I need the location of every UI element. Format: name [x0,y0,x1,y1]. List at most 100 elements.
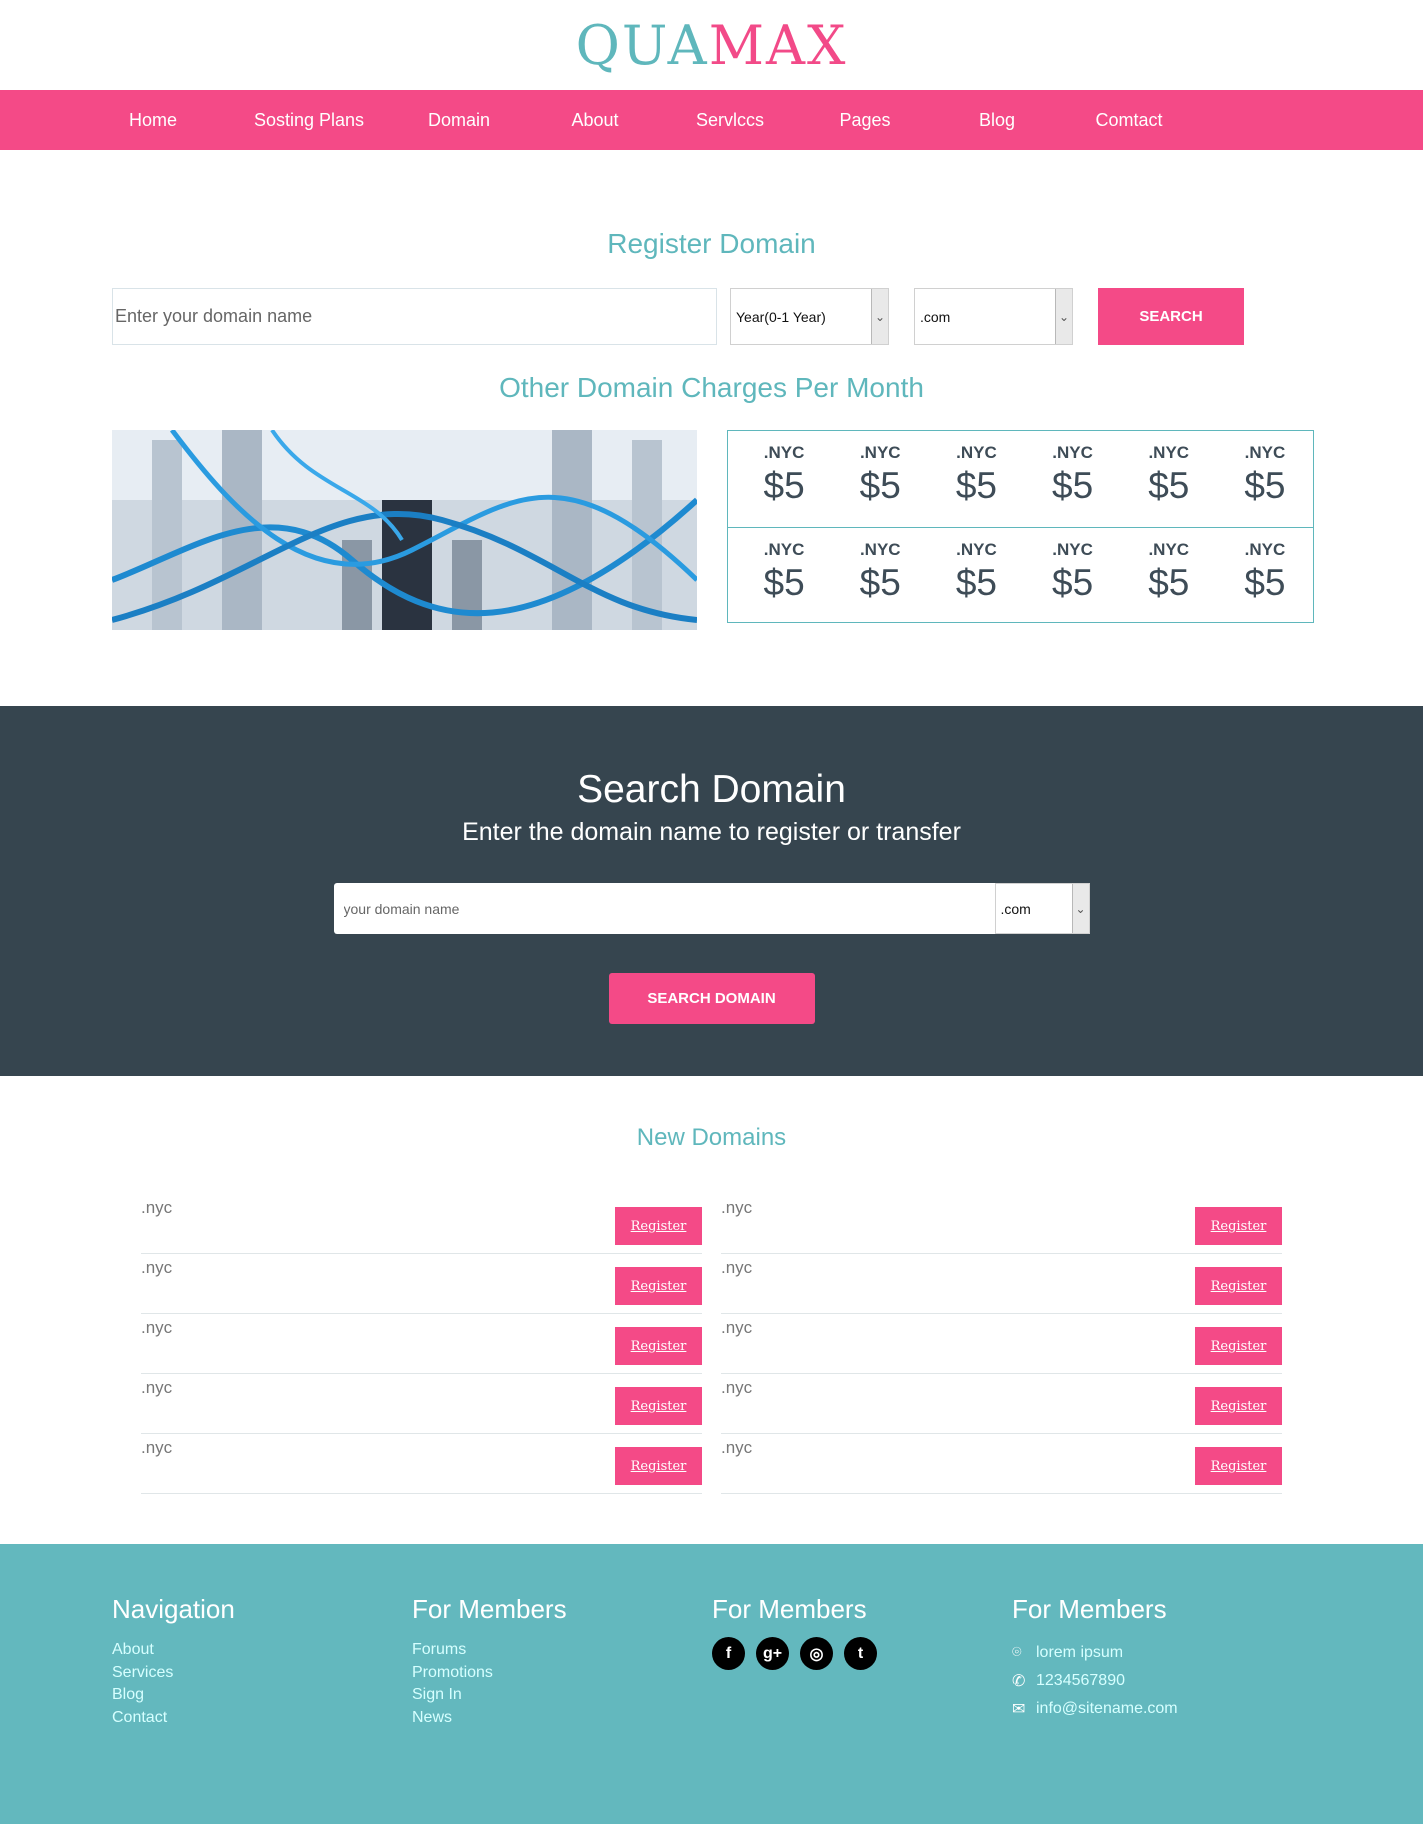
nav-blog[interactable]: Blog [957,110,1037,131]
nav-domain[interactable]: Domain [414,110,504,131]
price-value: $5 [1052,465,1094,506]
nav-hosting-plans[interactable]: Sosting Plans [249,110,369,131]
register-button[interactable]: Register [615,1267,702,1305]
footer-link-blog[interactable]: Blog [112,1684,412,1707]
register-button[interactable]: Register [1195,1387,1282,1425]
search-domain-input[interactable] [333,883,995,934]
list-item: .nyc Register [141,1314,702,1374]
footer-members-contact: For Members ⌾ lorem ipsum ✆ 1234567890 ✉… [1012,1594,1312,1824]
footer-link-promotions[interactable]: Promotions [412,1662,712,1685]
domain-tld: .nyc [141,1378,173,1397]
logo-part-2: MAX [708,13,848,77]
search-domain-title: Search Domain [577,768,846,811]
list-item: .nyc Register [721,1194,1282,1254]
nav-pages[interactable]: Pages [825,110,905,131]
footer-members-links: For Members Forums Promotions Sign In Ne… [412,1594,712,1824]
register-button[interactable]: Register [1195,1447,1282,1485]
tld-label: .NYC [956,443,997,462]
nav-contact[interactable]: Comtact [1079,110,1179,131]
year-select-value: Year(0-1 Year) [736,308,826,325]
tld-label: .NYC [859,540,901,559]
price-value: $5 [763,465,805,506]
map-pin-icon: ⌾ [1012,1644,1022,1661]
nav-home[interactable]: Home [112,110,194,131]
contact-email-text[interactable]: info@sitename.com [1036,1700,1178,1718]
price-cell: .NYC $5 [1121,528,1217,623]
price-value: $5 [859,562,901,603]
price-value: $5 [1148,562,1190,603]
mail-icon: ✉ [1012,1701,1026,1718]
footer-link-forums[interactable]: Forums [412,1639,712,1662]
domain-charges-row: .NYC $5 .NYC $5 .NYC $5 .NYC $5 .NYC $5 .NYC $… [112,430,1423,630]
tld-label: .NYC [763,443,805,462]
search-domain-form: .com ⌄ [333,883,1090,934]
instagram-icon[interactable]: ◎ [800,1637,833,1670]
domain-charges-title: Other Domain Charges Per Month [499,372,924,403]
domain-tld: .nyc [141,1318,173,1337]
list-item: .nyc Register [721,1314,1282,1374]
price-value: $5 [1052,562,1094,603]
tld-label: .NYC [1148,540,1190,559]
list-item: .nyc Register [721,1254,1282,1314]
price-cell: .NYC $5 [832,431,928,527]
register-button[interactable]: Register [615,1327,702,1365]
price-cell: .NYC $5 [928,528,1024,623]
domain-column-right: .nyc Register .nyc Register .nyc Register .… [721,1194,1282,1494]
domain-tld: .nyc [721,1318,753,1337]
search-domain-button[interactable]: SEARCH DOMAIN [608,973,815,1024]
facebook-icon[interactable]: f [712,1637,745,1670]
list-item: .nyc Register [141,1434,702,1494]
footer-navigation-title: Navigation [112,1594,235,1624]
price-cell: .NYC $5 [736,431,832,527]
contact-address-text[interactable]: lorem ipsum [1036,1644,1123,1662]
price-value: $5 [955,562,997,603]
nav-about[interactable]: About [555,110,635,131]
tld-label: .NYC [1148,443,1190,462]
domain-tld: .nyc [721,1378,753,1397]
footer-link-news[interactable]: News [412,1707,712,1730]
contact-email: ✉ info@sitename.com [1012,1695,1312,1723]
site-footer: Navigation About Services Blog Contact F… [0,1544,1423,1824]
footer-link-about[interactable]: About [112,1639,412,1662]
register-button[interactable]: Register [1195,1207,1282,1245]
register-button[interactable]: Register [615,1447,702,1485]
tld-select-value: .com [920,308,951,325]
footer-link-contact[interactable]: Contact [112,1707,412,1730]
price-value: $5 [859,465,901,506]
footer-navigation: Navigation About Services Blog Contact [112,1594,412,1824]
footer-members-title: For Members [412,1594,567,1624]
footer-link-services[interactable]: Services [112,1662,412,1685]
chevron-down-icon: ⌄ [1071,884,1089,933]
price-value: $5 [955,465,997,506]
twitter-icon[interactable]: t [844,1637,877,1670]
tld-select[interactable]: .com ⌄ [914,288,1073,345]
price-cell: .NYC $5 [1025,431,1121,527]
register-domain-title: Register Domain [607,228,816,259]
year-select[interactable]: Year(0-1 Year) ⌄ [730,288,889,345]
register-button[interactable]: Register [1195,1327,1282,1365]
social-icons: f g+ ◎ t [712,1637,1012,1670]
site-logo[interactable]: QUAMAX [576,14,848,77]
tld-label: .NYC [859,443,901,462]
price-cell: .NYC $5 [1217,431,1313,527]
domain-name-input[interactable] [112,288,717,345]
footer-members-social: For Members f g+ ◎ t [712,1594,1012,1824]
logo-part-1: QUA [575,13,709,77]
search-tld-select[interactable]: .com ⌄ [994,883,1090,934]
domain-tld: .nyc [141,1198,173,1217]
register-button[interactable]: Register [615,1207,702,1245]
contact-phone-text[interactable]: 1234567890 [1036,1672,1125,1690]
footer-link-sign-in[interactable]: Sign In [412,1684,712,1707]
register-button[interactable]: Register [615,1387,702,1425]
google-plus-icon[interactable]: g+ [756,1637,789,1670]
nav-services[interactable]: Servlccs [680,110,780,131]
register-domain-section: Register Domain Year(0-1 Year) ⌄ .com ⌄ … [0,150,1423,630]
register-search-button[interactable]: SEARCH [1098,288,1244,345]
register-button[interactable]: Register [1195,1267,1282,1305]
chevron-down-icon: ⌄ [1055,289,1072,344]
price-row: .NYC $5 .NYC $5 .NYC $5 .NYC $5 .NYC $5 .NYC $… [728,431,1313,527]
search-tld-value: .com [1000,900,1031,917]
list-item: .nyc Register [141,1374,702,1434]
tld-label: .NYC [1244,540,1286,559]
domain-column-left: .nyc Register .nyc Register .nyc Register .… [141,1194,702,1494]
